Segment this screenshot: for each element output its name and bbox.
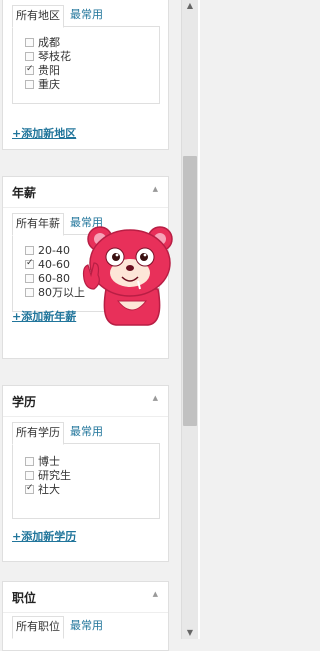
position-tabs: 所有职位 最常用	[12, 616, 106, 639]
checkbox[interactable]	[25, 288, 34, 297]
region-panel: 所有地区 最常用 成都 琴枝花 贵阳 重庆 +添加新地区	[2, 0, 169, 150]
add-education-link[interactable]: +添加新学历	[12, 528, 76, 544]
education-panel: 学历 ▲ 所有学历 最常用 博士 研究生 社大 +添加新学历	[2, 385, 169, 562]
scrollbar-thumb[interactable]	[183, 156, 197, 426]
education-option[interactable]: 社大	[25, 482, 60, 496]
tab-all-salaries[interactable]: 所有年薪	[12, 213, 64, 236]
checkbox[interactable]	[25, 246, 34, 255]
salary-option[interactable]: 20-40	[25, 244, 70, 257]
triangle-up-icon[interactable]: ▲	[153, 394, 158, 402]
add-salary-link[interactable]: +添加新年薪	[12, 308, 76, 324]
scroll-down-arrow-icon[interactable]: ▼	[184, 628, 196, 638]
position-panel-header[interactable]: 职位 ▲	[3, 582, 168, 613]
position-panel: 职位 ▲ 所有职位 最常用	[2, 581, 169, 651]
checkbox-checked[interactable]	[25, 257, 34, 270]
checkbox[interactable]	[25, 52, 34, 61]
checkbox-checked[interactable]	[25, 482, 34, 495]
tab-all-positions[interactable]: 所有职位	[12, 616, 64, 639]
salary-option[interactable]: 40-60	[25, 257, 70, 271]
education-tabs: 所有学历 最常用	[12, 422, 106, 445]
panel-title: 职位	[12, 591, 37, 605]
region-option[interactable]: 琴枝花	[25, 50, 71, 63]
triangle-up-icon[interactable]: ▲	[153, 590, 158, 598]
salary-panel-header[interactable]: 年薪 ▲	[3, 177, 168, 208]
region-checklist: 成都 琴枝花 贵阳 重庆	[12, 26, 160, 104]
checkbox-checked[interactable]	[25, 63, 34, 76]
triangle-up-icon[interactable]: ▲	[153, 185, 158, 193]
education-checklist: 博士 研究生 社大	[12, 443, 160, 519]
tab-popular-regions[interactable]: 最常用	[64, 5, 106, 26]
window-edge	[198, 0, 200, 639]
education-option[interactable]: 研究生	[25, 469, 71, 482]
region-tabs: 所有地区 最常用	[12, 5, 106, 28]
tab-all-regions[interactable]: 所有地区	[12, 5, 64, 28]
scroll-up-arrow-icon[interactable]: ▲	[184, 1, 196, 11]
vertical-scrollbar[interactable]: ▲ ▼	[181, 0, 199, 639]
panel-title: 学历	[12, 395, 37, 409]
checkbox[interactable]	[25, 80, 34, 89]
checkbox[interactable]	[25, 471, 34, 480]
add-region-link[interactable]: +添加新地区	[12, 125, 76, 141]
panel-title: 年薪	[12, 186, 37, 200]
tab-popular-education[interactable]: 最常用	[64, 422, 106, 443]
region-option[interactable]: 贵阳	[25, 63, 60, 77]
region-option[interactable]: 重庆	[25, 78, 60, 91]
checkbox[interactable]	[25, 457, 34, 466]
tab-all-education[interactable]: 所有学历	[12, 422, 64, 445]
salary-option[interactable]: 60-80	[25, 272, 70, 285]
tab-popular-positions[interactable]: 最常用	[64, 616, 106, 637]
region-option[interactable]: 成都	[25, 36, 60, 49]
education-option[interactable]: 博士	[25, 455, 60, 468]
checkbox[interactable]	[25, 38, 34, 47]
salary-option[interactable]: 80万以上	[25, 286, 85, 299]
education-panel-header[interactable]: 学历 ▲	[3, 386, 168, 417]
checkbox[interactable]	[25, 274, 34, 283]
